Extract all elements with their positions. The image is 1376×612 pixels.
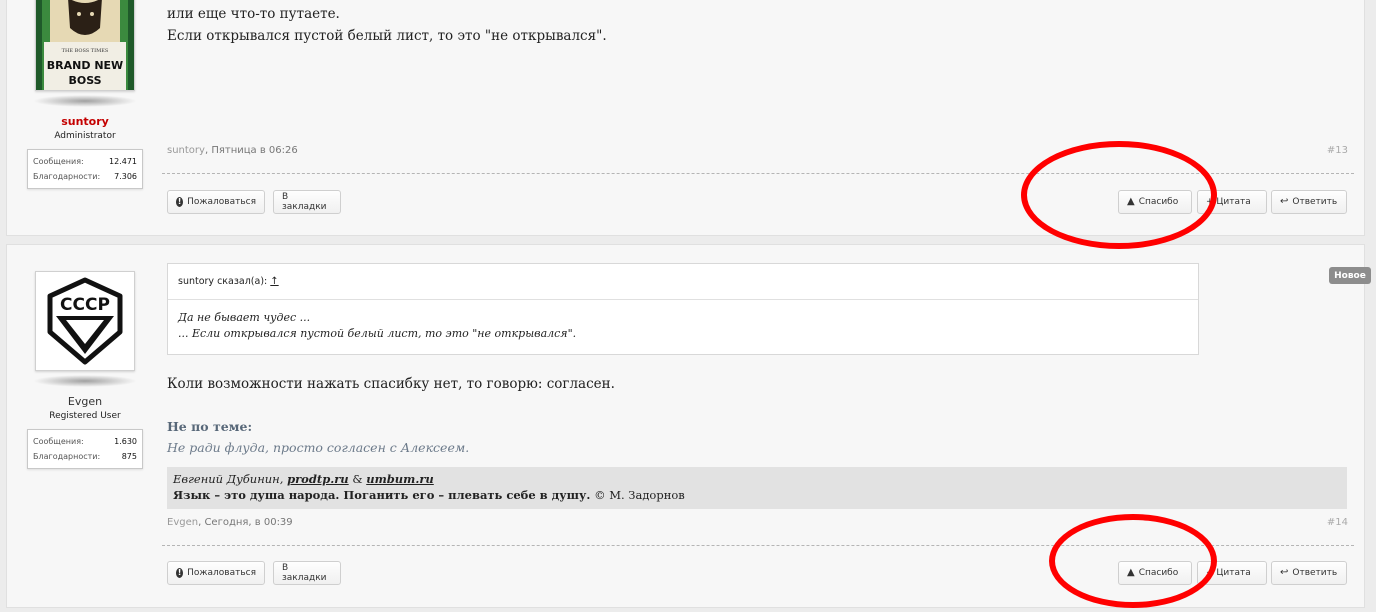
bookmark-button[interactable]: В закладки xyxy=(273,561,341,585)
stat-label: Благодарности: xyxy=(33,452,101,461)
quote-label: + Цитата xyxy=(1206,197,1251,207)
user-info: СССР Evgen Registered User Сообщения: 1.… xyxy=(25,271,145,469)
report-button[interactable]: ! Пожаловаться xyxy=(167,190,265,214)
stat-messages: Сообщения: 12.471 xyxy=(33,154,137,169)
post-permalink[interactable]: #13 xyxy=(1327,145,1348,156)
thanks-label: Спасибо xyxy=(1138,568,1179,578)
avatar-text-3: BOSS xyxy=(68,74,101,87)
signature-amp: & xyxy=(352,472,363,486)
bookmark-button[interactable]: В закладки xyxy=(273,190,341,214)
quote-button[interactable]: + Цитата xyxy=(1197,190,1267,214)
quote-body: Да не бывает чудес ... ... Если открывал… xyxy=(168,300,1198,342)
avatar-image: THE BOSS TIMES BRAND NEW BOSS xyxy=(36,0,134,90)
quote-label: + Цитата xyxy=(1206,568,1251,578)
quote-header: suntory сказал(а): ↑ xyxy=(168,264,1198,300)
reply-arrow-icon: ↩ xyxy=(1280,196,1289,207)
avatar-shadow xyxy=(33,95,137,107)
signature-link-prodtp[interactable]: prodtp.ru xyxy=(287,472,349,486)
post-meta: suntory, Пятница в 06:26 #13 xyxy=(167,145,1348,156)
post-controls: ! Пожаловаться В закладки ▲ Спасибо + Ци… xyxy=(167,190,1348,214)
stat-value: 12.471 xyxy=(109,157,137,166)
thanks-button[interactable]: ▲ Спасибо xyxy=(1118,190,1192,214)
bookmark-label: В закладки xyxy=(282,192,327,212)
quote-button[interactable]: + Цитата xyxy=(1197,561,1267,585)
offtopic-text: Не ради флуда, просто согласен с Алексее… xyxy=(167,440,470,455)
offtopic-heading: Не по теме: xyxy=(167,419,253,434)
post-controls: ! Пожаловаться В закладки ▲ Спасибо + Ци… xyxy=(167,561,1348,585)
quality-mark-icon: СССР xyxy=(36,272,134,370)
quote-line: Да не бывает чудес ... xyxy=(178,311,311,324)
message-line: Если открывался пустой белый лист, то эт… xyxy=(167,28,607,44)
reply-button[interactable]: ↩ Ответить xyxy=(1271,561,1347,585)
user-title: Administrator xyxy=(54,131,116,141)
meta-author[interactable]: Evgen xyxy=(167,517,198,528)
stat-label: Сообщения: xyxy=(33,437,84,446)
post-13: THE BOSS TIMES BRAND NEW BOSS suntory Ad… xyxy=(6,0,1365,236)
signature-cite: © М. Задорнов xyxy=(594,488,685,502)
reply-label: Ответить xyxy=(1292,197,1338,207)
thanks-label: Спасибо xyxy=(1138,197,1179,207)
thumbs-up-icon: ▲ xyxy=(1127,196,1135,207)
user-stats: Сообщения: 12.471 Благодарности: 7.306 xyxy=(27,149,143,189)
stat-value: 875 xyxy=(121,452,137,461)
post-14: СССР Evgen Registered User Сообщения: 1.… xyxy=(6,244,1365,608)
reply-arrow-icon: ↩ xyxy=(1280,567,1289,578)
signature-quote: Язык – это душа народа. Поганить его – п… xyxy=(173,488,591,502)
username[interactable]: Evgen xyxy=(25,395,145,408)
stat-messages: Сообщения: 1.630 xyxy=(33,434,137,449)
meta-date[interactable]: Сегодня, в 00:39 xyxy=(204,517,292,528)
offtopic-block: Не по теме: Не ради флуда, просто соглас… xyxy=(167,419,1348,455)
post-message: Коли возможности нажать спасибку нет, то… xyxy=(167,376,615,392)
warning-icon: ! xyxy=(176,568,184,578)
stat-label: Сообщения: xyxy=(33,157,84,166)
report-label: Пожаловаться xyxy=(187,197,256,207)
new-post-badge: Новое xyxy=(1329,267,1371,284)
report-button[interactable]: ! Пожаловаться xyxy=(167,561,265,585)
meta-date[interactable]: Пятница в 06:26 xyxy=(211,145,297,156)
report-label: Пожаловаться xyxy=(187,568,256,578)
avatar[interactable]: THE BOSS TIMES BRAND NEW BOSS xyxy=(35,0,135,91)
divider xyxy=(162,173,1354,174)
bookmark-label: В закладки xyxy=(282,563,327,583)
stat-label: Благодарности: xyxy=(33,172,101,181)
thumbs-up-icon: ▲ xyxy=(1127,567,1135,578)
warning-icon: ! xyxy=(176,197,184,207)
message-line: или еще что-то путаете. xyxy=(167,6,340,22)
meta-author[interactable]: suntory xyxy=(167,145,205,156)
signature-name: Евгений Дубинин, xyxy=(173,472,284,486)
avatar-text-1: THE BOSS TIMES xyxy=(62,48,109,54)
avatar-shadow xyxy=(33,375,137,387)
signature: Евгений Дубинин, prodtp.ru & umbum.ru Яз… xyxy=(167,467,1347,509)
username[interactable]: suntory xyxy=(25,115,145,128)
avatar-text: СССР xyxy=(60,295,110,315)
post-message: или еще что-то путаете. Если открывался … xyxy=(167,3,1348,47)
go-to-quote-arrow-icon[interactable]: ↑ xyxy=(270,276,278,287)
stat-thanks: Благодарности: 875 xyxy=(33,449,137,464)
avatar-text-2: BRAND NEW xyxy=(47,59,123,72)
user-title: Registered User xyxy=(49,411,121,421)
quote-line: ... Если открывался пустой белый лист, т… xyxy=(178,327,577,340)
stat-value: 1.630 xyxy=(114,437,137,446)
quote-author: suntory сказал(а): xyxy=(178,276,268,287)
thanks-button[interactable]: ▲ Спасибо xyxy=(1118,561,1192,585)
signature-link-umbum[interactable]: umbum.ru xyxy=(366,472,434,486)
user-info: THE BOSS TIMES BRAND NEW BOSS suntory Ad… xyxy=(25,0,145,189)
reply-label: Ответить xyxy=(1292,568,1338,578)
quote-block: suntory сказал(а): ↑ Да не бывает чудес … xyxy=(167,263,1199,355)
reply-button[interactable]: ↩ Ответить xyxy=(1271,190,1347,214)
divider xyxy=(162,545,1354,546)
stat-value: 7.306 xyxy=(114,172,137,181)
stat-thanks: Благодарности: 7.306 xyxy=(33,169,137,184)
post-meta: Evgen, Сегодня, в 00:39 #14 xyxy=(167,517,1348,528)
post-permalink[interactable]: #14 xyxy=(1327,517,1348,528)
user-stats: Сообщения: 1.630 Благодарности: 875 xyxy=(27,429,143,469)
avatar[interactable]: СССР xyxy=(35,271,135,371)
